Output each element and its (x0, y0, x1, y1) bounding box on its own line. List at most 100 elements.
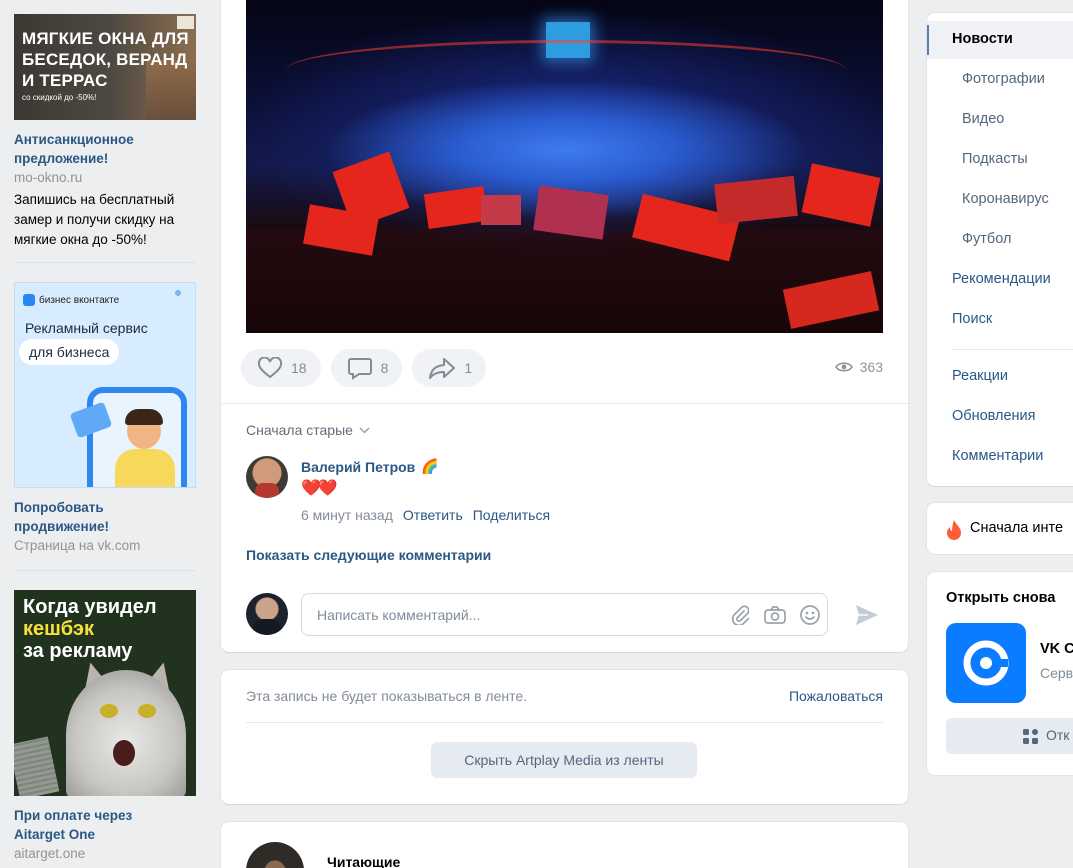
nav-item-coronavirus[interactable]: Коронавирус (962, 191, 1049, 207)
ad-block-3[interactable]: Когда увидел кешбэк за рекламу При оплат… (14, 590, 196, 863)
app-name[interactable]: VK C (1040, 641, 1073, 657)
ad-image[interactable]: Когда увидел кешбэк за рекламу (14, 590, 196, 796)
app-subtitle: Серв (1040, 665, 1073, 681)
nav-item-football[interactable]: Футбол (962, 231, 1011, 247)
nav-item-video[interactable]: Видео (962, 111, 1004, 127)
comment-time[interactable]: 6 минут назад (301, 507, 393, 523)
ad-domain[interactable]: aitarget.one (14, 844, 196, 863)
ad-image[interactable]: бизнес вконтакте Рекламный сервис для би… (14, 282, 196, 488)
ad-block-1[interactable]: МЯГКИЕ ОКНА ДЛЯ БЕСЕДОК, ВЕРАНД И ТЕРРАС… (14, 0, 196, 250)
share-icon (429, 358, 456, 379)
comment-button[interactable]: 8 (330, 349, 403, 387)
comment-meta: 6 минут назад Ответить Поделиться (301, 507, 550, 523)
flag-illustration (533, 185, 609, 240)
hidden-note: Эта запись не будет показываться в ленте… (246, 688, 528, 704)
reply-link[interactable]: Ответить (403, 507, 463, 523)
ad-image[interactable]: МЯГКИЕ ОКНА ДЛЯ БЕСЕДОК, ВЕРАНД И ТЕРРАС… (14, 14, 196, 120)
cat-eye (100, 704, 118, 718)
nav-item-updates[interactable]: Обновления (952, 408, 1036, 424)
send-icon[interactable] (854, 603, 880, 630)
flag-illustration (481, 195, 521, 225)
smile-icon[interactable] (792, 604, 827, 626)
divider (246, 722, 883, 723)
nav-item-reactions[interactable]: Реакции (952, 368, 1008, 384)
like-count: 18 (291, 360, 307, 376)
nav-active-indicator (927, 25, 929, 55)
current-user-avatar[interactable] (246, 593, 288, 635)
nav-item-podcasts[interactable]: Подкасты (962, 151, 1028, 167)
next-post-card: Читающие (221, 822, 908, 868)
newspaper-illustration (14, 736, 60, 796)
ad-image-subtext: со скидкой до -50%! (22, 93, 97, 102)
ad-brand: бизнес вконтакте (23, 294, 119, 306)
next-post-author[interactable]: Читающие (327, 854, 400, 868)
arena-ring-illustration (286, 40, 846, 100)
post-card: 18 8 1 363 Сначала старые Валерий Петров… (221, 0, 908, 652)
comment-composer: Написать комментарий... (246, 593, 883, 637)
share-comment-link[interactable]: Поделиться (473, 507, 550, 523)
like-button[interactable]: 18 (241, 349, 321, 387)
nav-divider (952, 349, 1073, 350)
ad-domain[interactable]: mo-okno.ru (14, 168, 196, 187)
comment-author[interactable]: Валерий Петров 🌈 (301, 458, 439, 475)
ad-text[interactable]: Запишись на бесплатный замер и получи ск… (14, 190, 196, 250)
rainbow-icon: 🌈 (421, 458, 439, 474)
apps-grid-icon (1023, 729, 1038, 744)
chevron-down-icon (359, 426, 370, 434)
person-body (115, 449, 175, 487)
ad-image-text: Когда увидел кешбэк за рекламу (23, 596, 157, 662)
vk-logo-icon (23, 294, 35, 306)
views-count: 363 (859, 359, 883, 375)
share-count: 1 (464, 360, 473, 376)
nav-item-photos[interactable]: Фотографии (962, 71, 1045, 87)
ad-title[interactable]: Попробовать продвижение! (14, 498, 196, 536)
report-link[interactable]: Пожаловаться (789, 688, 883, 704)
ad-domain[interactable]: Страница на vk.com (14, 536, 196, 555)
share-button[interactable]: 1 (412, 349, 487, 387)
comment-text: ❤️❤️ (301, 480, 338, 497)
cat-mouth (113, 740, 135, 766)
comment-icon (347, 358, 372, 380)
attach-icon[interactable] (722, 604, 757, 625)
hide-source-button[interactable]: Скрыть Artplay Media из ленты (431, 742, 697, 778)
show-more-comments[interactable]: Показать следующие комментарии (246, 547, 491, 563)
open-app-button[interactable]: Отк (946, 718, 1073, 754)
post-photo[interactable] (246, 0, 883, 333)
ad-divider (14, 570, 196, 571)
ad-image-line: за рекламу (23, 640, 133, 662)
flag-illustration (801, 163, 881, 227)
views-counter: 363 (834, 359, 883, 375)
cat-illustration (66, 670, 186, 796)
fire-icon (945, 519, 963, 544)
comments-sort[interactable]: Сначала старые (246, 422, 370, 438)
camera-icon[interactable] (757, 605, 792, 625)
hide-post-card: Эта запись не будет показываться в ленте… (221, 670, 908, 804)
ad-image-text: МЯГКИЕ ОКНА ДЛЯ БЕСЕДОК, ВЕРАНД И ТЕРРАС (22, 29, 189, 90)
avatar[interactable] (246, 842, 304, 868)
flag-illustration (714, 175, 798, 225)
person-illustration (115, 409, 175, 487)
ad-block-2[interactable]: бизнес вконтакте Рекламный сервис для би… (14, 282, 196, 555)
ad-title[interactable]: При оплате через Aitarget One (14, 806, 164, 844)
ad-title[interactable]: Антисанкционное предложение! (14, 130, 196, 168)
avatar[interactable] (246, 456, 288, 498)
nav-item-news[interactable]: Новости (952, 31, 1013, 47)
app-logo-icon[interactable] (946, 623, 1026, 703)
ad-image-line-highlight: кешбэк (23, 618, 94, 640)
feed-sort-toggle[interactable]: Сначала инте (927, 503, 1073, 554)
nav-item-recommendations[interactable]: Рекомендации (952, 271, 1051, 287)
cat-eye (138, 704, 156, 718)
open-app-label: Отк (1046, 727, 1070, 743)
reopen-header: Открыть снова (946, 590, 1056, 606)
comment-input-placeholder: Написать комментарий... (317, 606, 481, 623)
comment-author-name[interactable]: Валерий Петров (301, 459, 415, 475)
eye-icon (834, 362, 853, 372)
nav-item-search[interactable]: Поиск (952, 311, 992, 327)
ad-dot (175, 290, 181, 296)
comment-count: 8 (380, 360, 389, 376)
reopen-widget: Открыть снова VK C Серв Отк (927, 572, 1073, 775)
nav-item-comments[interactable]: Комментарии (952, 448, 1043, 464)
comment-input[interactable]: Написать комментарий... (301, 593, 828, 636)
feed-sort-label: Сначала инте (970, 520, 1064, 536)
flag-illustration (423, 185, 489, 230)
